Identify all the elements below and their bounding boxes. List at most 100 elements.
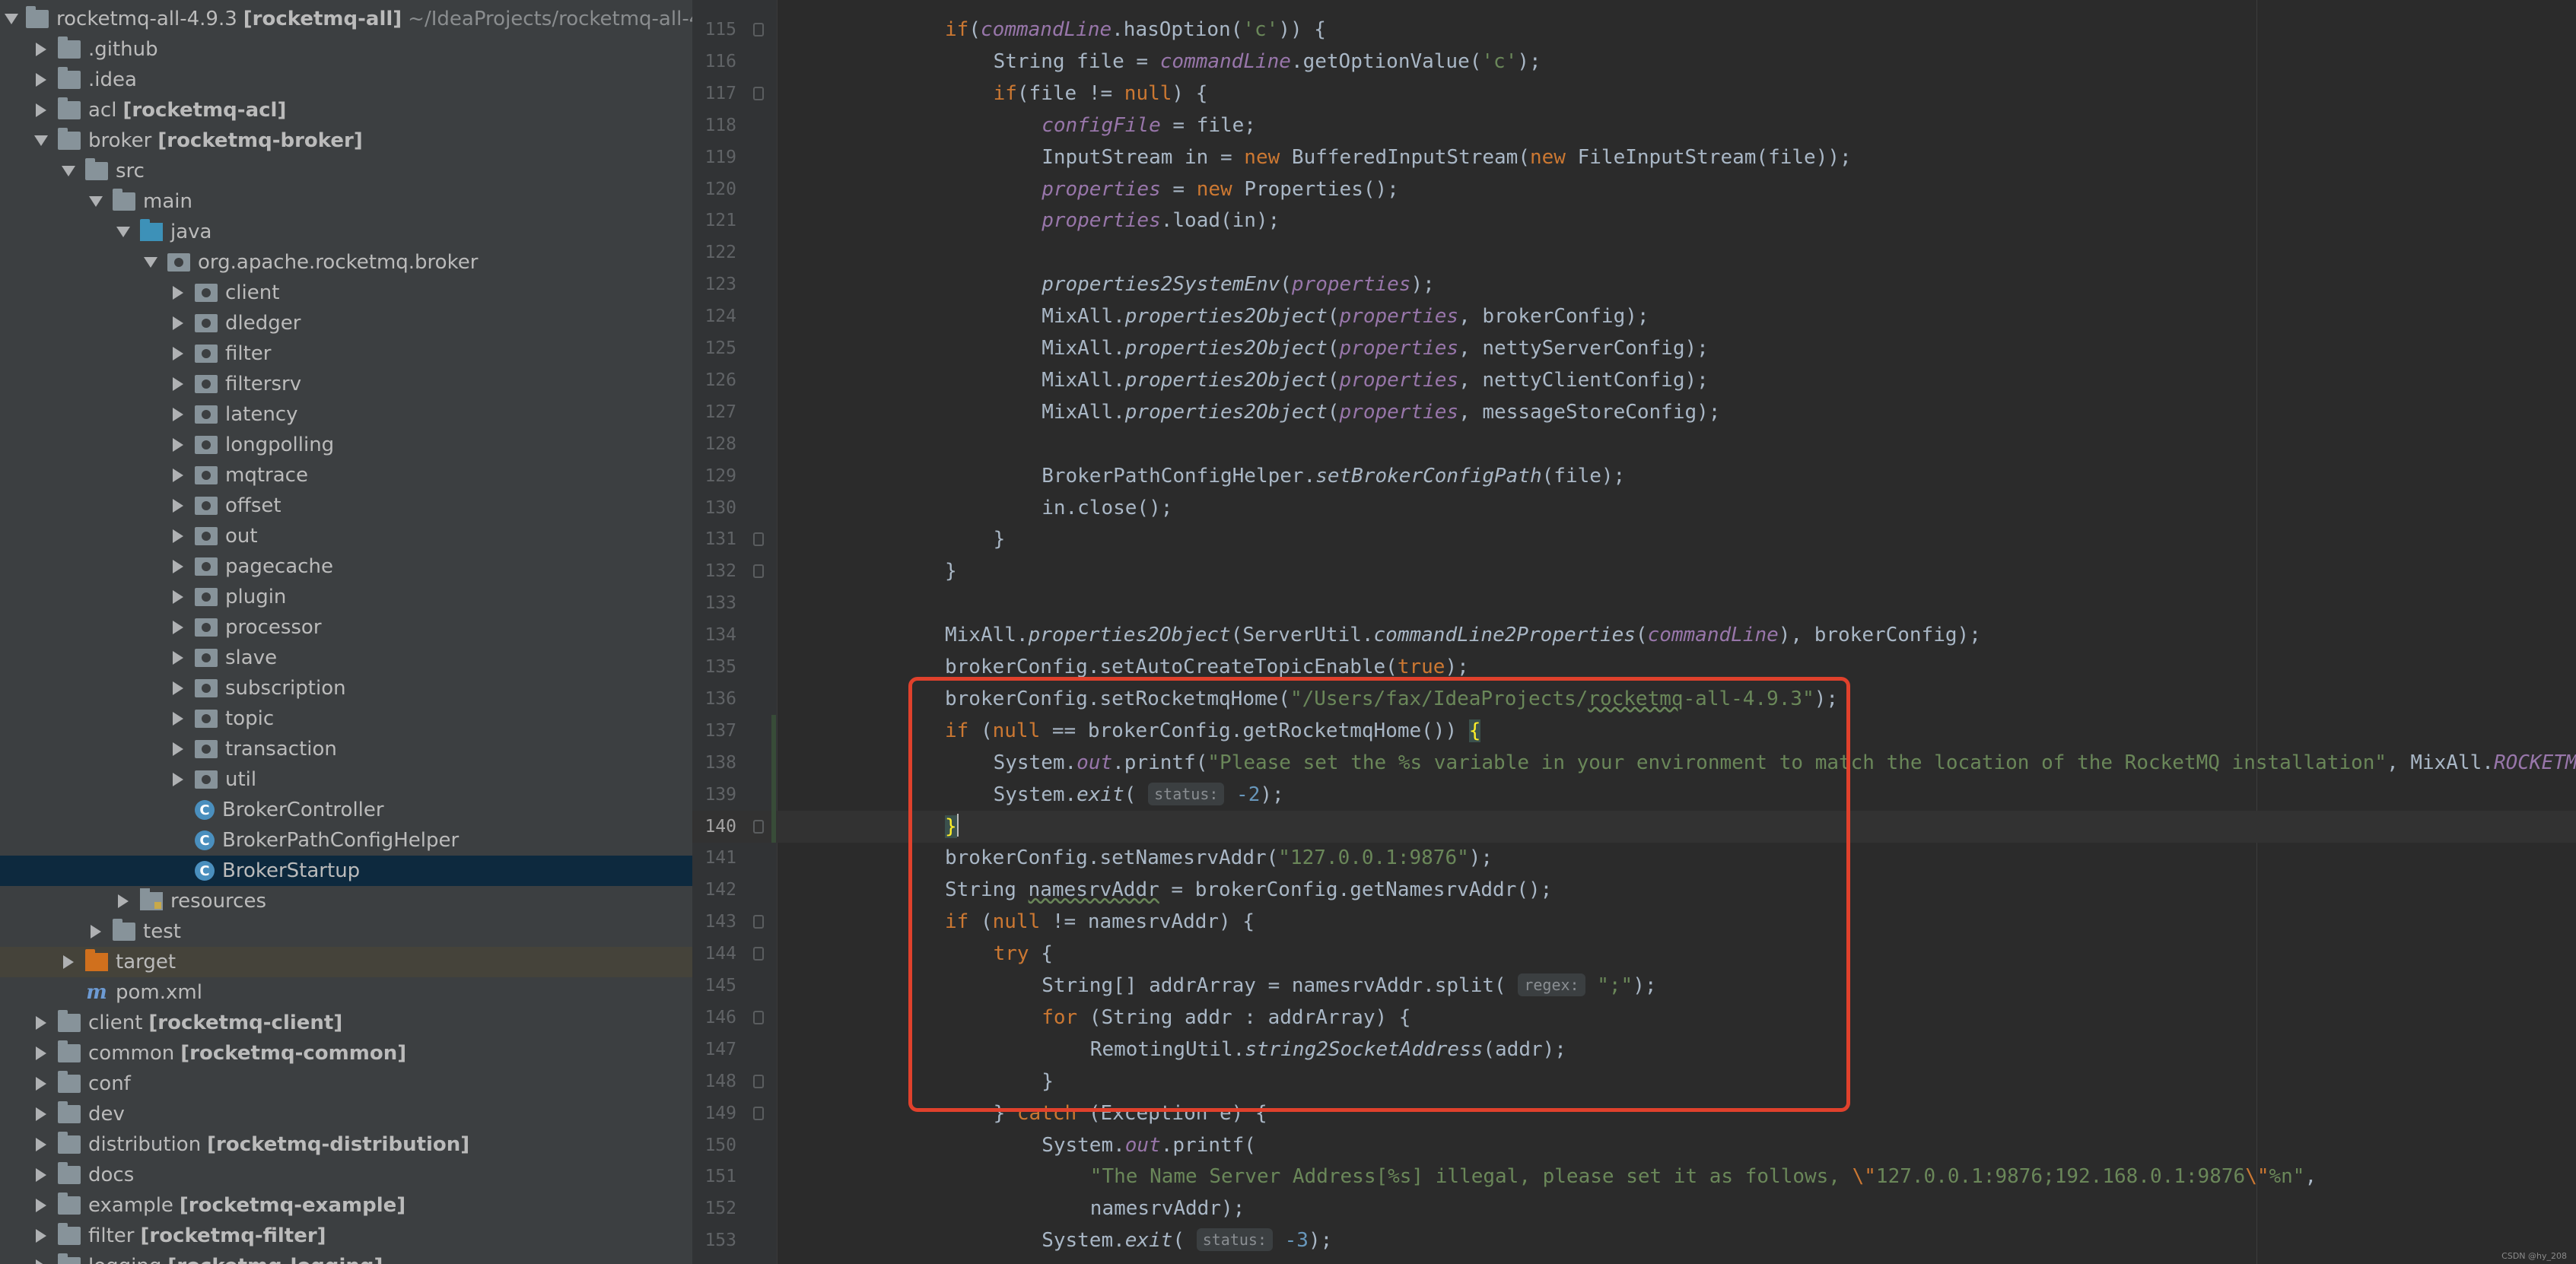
tree-item[interactable]: .idea xyxy=(0,65,692,95)
chevron-right-icon[interactable] xyxy=(169,369,187,399)
code-line[interactable]: 130 in.close(); xyxy=(692,492,2576,524)
tree-item[interactable]: target xyxy=(0,947,692,977)
fold-marker-icon[interactable] xyxy=(753,1074,764,1088)
code-line[interactable]: 128 xyxy=(692,428,2576,460)
tree-item[interactable]: src xyxy=(0,156,692,186)
fold-marker-icon[interactable] xyxy=(753,947,764,961)
code-line[interactable]: 139 System.exit( status: -2); xyxy=(692,778,2576,811)
chevron-right-icon[interactable] xyxy=(32,1129,50,1160)
code-line[interactable]: 136 brokerConfig.setRocketmqHome("/Users/… xyxy=(692,683,2576,715)
code-line[interactable]: 146 for (String addr : addrArray) { xyxy=(692,1002,2576,1034)
code-line[interactable]: 121 properties.load(in); xyxy=(692,205,2576,237)
tree-item[interactable]: logging [rocketmq-logging] xyxy=(0,1251,692,1264)
chevron-right-icon[interactable] xyxy=(169,491,187,521)
code-line[interactable]: 124 MixAll.properties2Object(properties, … xyxy=(692,300,2576,332)
code-line[interactable]: 129 BrokerPathConfigHelper.setBrokerConfi… xyxy=(692,460,2576,492)
tree-item[interactable]: slave xyxy=(0,643,692,673)
code-line[interactable]: 125 MixAll.properties2Object(properties, … xyxy=(692,332,2576,364)
code-editor[interactable]: 115 if(commandLine.hasOption('c')) {116 St… xyxy=(692,0,2576,1264)
tree-item[interactable]: conf xyxy=(0,1069,692,1099)
tree-item[interactable]: pagecache xyxy=(0,551,692,582)
chevron-down-icon[interactable] xyxy=(87,186,105,217)
code-line[interactable]: 134 MixAll.properties2Object(ServerUtil.c… xyxy=(692,619,2576,651)
code-line[interactable]: 140} xyxy=(692,810,2576,843)
tree-item[interactable]: filter xyxy=(0,338,692,369)
chevron-right-icon[interactable] xyxy=(32,1160,50,1190)
tree-item[interactable]: subscription xyxy=(0,673,692,703)
tree-item[interactable]: rocketmq-all-4.9.3 [rocketmq-all] ~/IdeaPr… xyxy=(0,4,692,34)
chevron-right-icon[interactable] xyxy=(32,1099,50,1129)
fold-marker-icon[interactable] xyxy=(753,819,764,834)
fold-marker-icon[interactable] xyxy=(753,86,764,100)
chevron-right-icon[interactable] xyxy=(169,734,187,764)
project-tree-panel[interactable]: rocketmq-all-4.9.3 [rocketmq-all] ~/IdeaPr… xyxy=(0,0,692,1264)
fold-marker-icon[interactable] xyxy=(753,532,764,547)
code-line[interactable]: 152 namesrvAddr); xyxy=(692,1193,2576,1224)
code-line[interactable]: 120 properties = new Properties(); xyxy=(692,173,2576,205)
tree-item[interactable]: util xyxy=(0,764,692,795)
chevron-right-icon[interactable] xyxy=(169,673,187,703)
code-line[interactable]: 145 String[] addrArray = namesrvAddr.spli… xyxy=(692,970,2576,1002)
tree-item[interactable]: m pom.xml xyxy=(0,977,692,1008)
tree-item[interactable]: dledger xyxy=(0,308,692,338)
tree-item[interactable]: .github xyxy=(0,34,692,65)
code-line[interactable]: 151 "The Name Server Address[%s] illegal,… xyxy=(692,1161,2576,1193)
tree-item[interactable]: dev xyxy=(0,1099,692,1129)
chevron-right-icon[interactable] xyxy=(32,1221,50,1251)
tree-item[interactable]: docs xyxy=(0,1160,692,1190)
tree-item[interactable]: offset xyxy=(0,491,692,521)
tree-item[interactable]: out xyxy=(0,521,692,551)
chevron-right-icon[interactable] xyxy=(169,582,187,612)
code-line[interactable]: 147 RemotingUtil.string2SocketAddress(add… xyxy=(692,1034,2576,1066)
code-line[interactable]: 119 InputStream in = new BufferedInputStr… xyxy=(692,141,2576,173)
code-line[interactable]: 135 brokerConfig.setAutoCreateTopicEnable… xyxy=(692,651,2576,683)
chevron-right-icon[interactable] xyxy=(169,338,187,369)
chevron-right-icon[interactable] xyxy=(87,916,105,947)
tree-item[interactable]: client [rocketmq-client] xyxy=(0,1008,692,1038)
fold-marker-icon[interactable] xyxy=(753,1106,764,1120)
code-line[interactable]: 127 MixAll.properties2Object(properties, … xyxy=(692,396,2576,428)
code-line[interactable]: 141 brokerConfig.setNamesrvAddr("127.0.0.… xyxy=(692,842,2576,874)
tree-item[interactable]: filter [rocketmq-filter] xyxy=(0,1221,692,1251)
fold-marker-icon[interactable] xyxy=(753,915,764,929)
code-line[interactable]: 148} xyxy=(692,1066,2576,1097)
tree-item[interactable]: latency xyxy=(0,399,692,430)
chevron-right-icon[interactable] xyxy=(32,1008,50,1038)
tree-item[interactable]: C BrokerController xyxy=(0,795,692,825)
tree-item[interactable]: example [rocketmq-example] xyxy=(0,1190,692,1221)
tree-item[interactable]: common [rocketmq-common] xyxy=(0,1038,692,1069)
code-line[interactable]: 115 if(commandLine.hasOption('c')) { xyxy=(692,14,2576,46)
code-line[interactable]: 133 xyxy=(692,587,2576,619)
code-line[interactable]: 132} xyxy=(692,555,2576,587)
code-line[interactable]: 118 configFile = file; xyxy=(692,110,2576,141)
tree-item[interactable]: C BrokerPathConfigHelper xyxy=(0,825,692,856)
tree-item[interactable]: longpolling xyxy=(0,430,692,460)
chevron-right-icon[interactable] xyxy=(169,703,187,734)
chevron-right-icon[interactable] xyxy=(169,430,187,460)
chevron-right-icon[interactable] xyxy=(169,551,187,582)
code-line[interactable]: 137 if (null == brokerConfig.getRocketmqH… xyxy=(692,714,2576,747)
chevron-right-icon[interactable] xyxy=(169,460,187,491)
tree-item[interactable]: distribution [rocketmq-distribution] xyxy=(0,1129,692,1160)
tree-item[interactable]: acl [rocketmq-acl] xyxy=(0,95,692,125)
chevron-right-icon[interactable] xyxy=(32,34,50,65)
chevron-right-icon[interactable] xyxy=(32,65,50,95)
code-line[interactable]: 142 String namesrvAddr = brokerConfig.get… xyxy=(692,874,2576,906)
tree-item[interactable]: filtersrv xyxy=(0,369,692,399)
code-line[interactable]: 122 xyxy=(692,237,2576,268)
chevron-down-icon[interactable] xyxy=(114,217,132,247)
tree-item[interactable]: transaction xyxy=(0,734,692,764)
chevron-right-icon[interactable] xyxy=(114,886,132,916)
chevron-right-icon[interactable] xyxy=(32,1069,50,1099)
chevron-down-icon[interactable] xyxy=(142,247,160,278)
code-line[interactable]: 116 String file = commandLine.getOptionVa… xyxy=(692,46,2576,78)
code-line[interactable]: 138 System.out.printf("Please set the %s … xyxy=(692,746,2576,779)
code-line[interactable]: 149} catch (Exception e) { xyxy=(692,1097,2576,1129)
tree-item[interactable]: C BrokerStartup xyxy=(0,856,692,886)
tree-item[interactable]: client xyxy=(0,278,692,308)
tree-item[interactable]: resources xyxy=(0,886,692,916)
tree-item[interactable]: plugin xyxy=(0,582,692,612)
chevron-down-icon[interactable] xyxy=(59,156,78,186)
tree-item[interactable]: test xyxy=(0,916,692,947)
tree-item[interactable]: mqtrace xyxy=(0,460,692,491)
